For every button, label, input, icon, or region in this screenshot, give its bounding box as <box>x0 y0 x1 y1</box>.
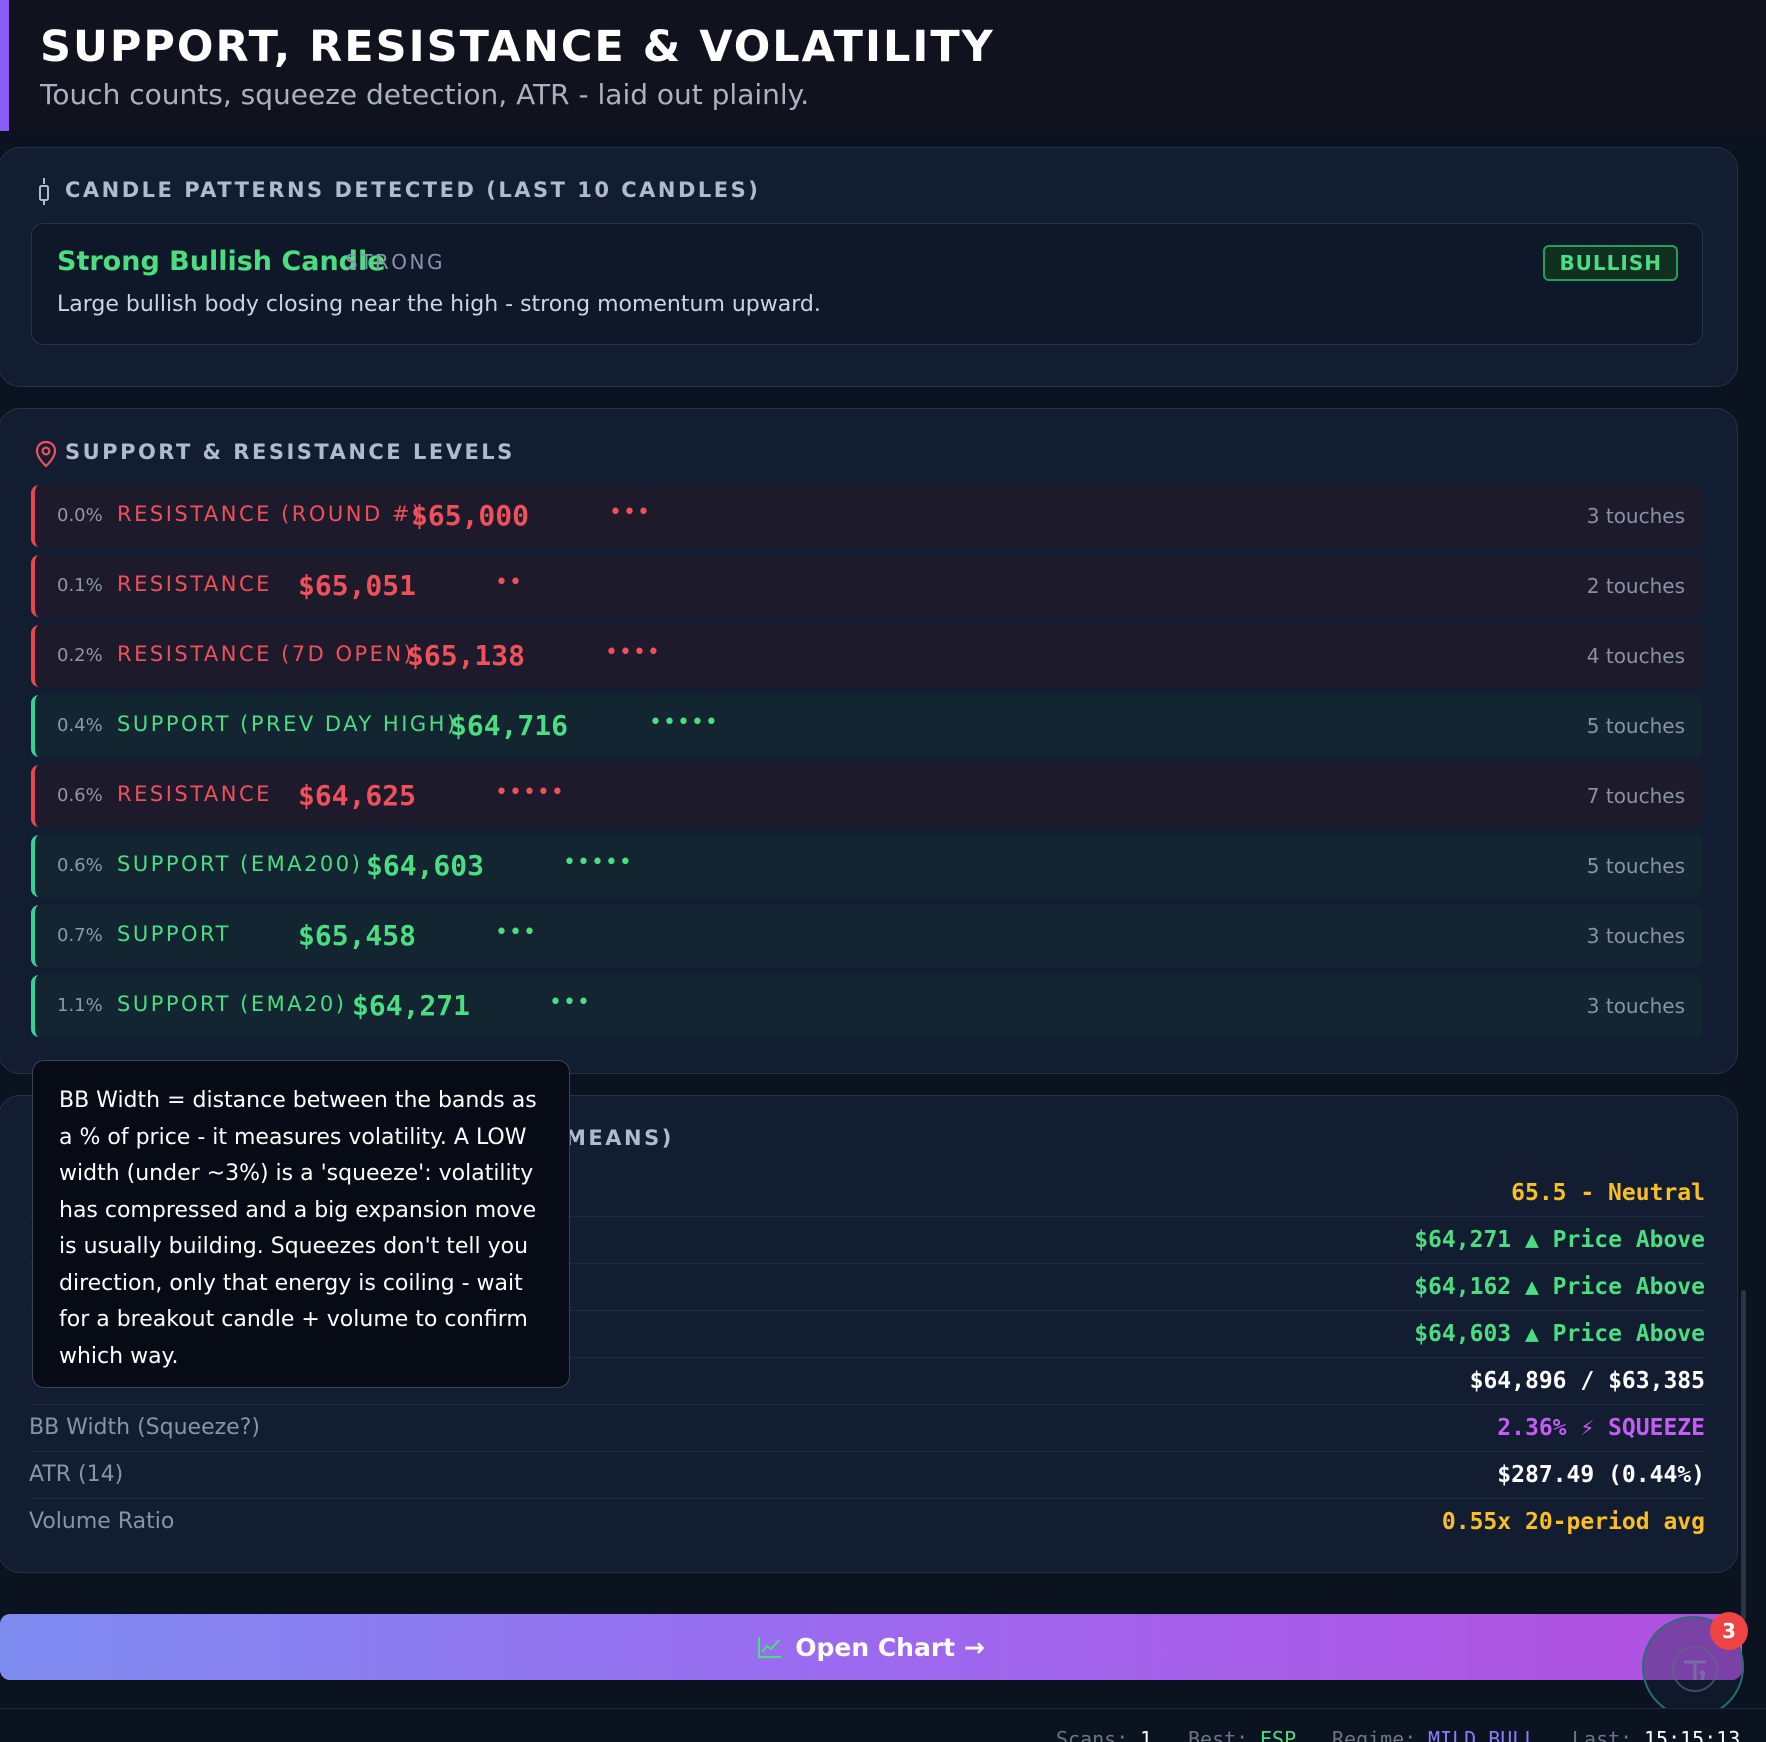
level-touches: 3 touches <box>1586 994 1685 1018</box>
level-row: 0.7% SUPPORT $65,458 ••• 3 touches <box>31 905 1703 967</box>
level-touches: 2 touches <box>1586 574 1685 598</box>
level-label: SUPPORT <box>117 922 231 946</box>
last-label: Last: <box>1572 1727 1633 1742</box>
level-touches: 5 touches <box>1586 854 1685 878</box>
support-resistance-card: SUPPORT & RESISTANCE LEVELS 0.0% RESISTA… <box>0 408 1738 1074</box>
level-touch-dots: ••• <box>549 990 591 1015</box>
level-label: RESISTANCE <box>117 572 272 596</box>
level-distance: 0.2% <box>57 645 103 666</box>
status-bar: Scans: 1 Best: ESP Regime: MILD BULL Las… <box>0 1708 1766 1742</box>
indicator-value: $64,162 ▲ Price Above <box>1414 1274 1705 1300</box>
level-distance: 1.1% <box>57 995 103 1016</box>
indicator-row: Volume Ratio 0.55x 20-period avg <box>29 1499 1705 1546</box>
indicator-name: BB Width (Squeeze?) <box>29 1415 260 1440</box>
indicator-name: Volume Ratio <box>29 1509 175 1534</box>
level-price: $65,000 <box>411 499 530 532</box>
level-touches: 5 touches <box>1586 714 1685 738</box>
indicator-value: $287.49 (0.44%) <box>1497 1462 1705 1488</box>
level-price: $65,458 <box>298 919 417 952</box>
open-chart-label: Open Chart → <box>795 1632 985 1662</box>
indicator-value: $64,603 ▲ Price Above <box>1414 1321 1705 1347</box>
pattern-item: Strong Bullish Candle STRONG Large bulli… <box>31 223 1703 345</box>
level-touch-dots: •••• <box>605 640 661 665</box>
indicator-value: 65.5 - Neutral <box>1511 1180 1705 1206</box>
bb-width-tooltip: BB Width = distance between the bands as… <box>32 1060 570 1388</box>
page-subtitle: Touch counts, squeeze detection, ATR - l… <box>40 78 810 111</box>
levels-title: SUPPORT & RESISTANCE LEVELS <box>65 440 515 464</box>
level-touches: 4 touches <box>1586 644 1685 668</box>
indicator-value: 2.36% ⚡ SQUEEZE <box>1497 1415 1705 1441</box>
scans-value: 1 <box>1140 1727 1153 1742</box>
level-distance: 0.4% <box>57 715 103 736</box>
scans-label: Scans: <box>1056 1727 1129 1742</box>
level-distance: 0.0% <box>57 505 103 526</box>
last-value: 15:15:13 <box>1644 1727 1741 1742</box>
open-chart-button[interactable]: Open Chart → <box>0 1614 1742 1680</box>
pattern-strength: STRONG <box>345 250 446 274</box>
candlestick-icon <box>39 178 49 205</box>
indicator-row[interactable]: BB Width (Squeeze?) 2.36% ⚡ SQUEEZE <box>29 1405 1705 1452</box>
level-price: $64,603 <box>366 849 485 882</box>
level-distance: 0.6% <box>57 785 103 806</box>
best-label: Best: <box>1188 1727 1249 1742</box>
candle-patterns-card: CANDLE PATTERNS DETECTED (LAST 10 CANDLE… <box>0 147 1738 387</box>
level-price: $64,716 <box>450 709 569 742</box>
page-title: SUPPORT, RESISTANCE & VOLATILITY <box>40 22 995 72</box>
level-label: RESISTANCE (7D OPEN) <box>117 642 415 666</box>
scrollbar[interactable] <box>1741 1290 1746 1620</box>
indicator-value: 0.55x 20-period avg <box>1441 1509 1705 1535</box>
level-label: SUPPORT (EMA200) <box>117 852 363 876</box>
level-touch-dots: •• <box>495 570 523 595</box>
level-distance: 0.7% <box>57 925 103 946</box>
level-touch-dots: ••••• <box>495 780 565 805</box>
indicators-title-fragment: MEANS) <box>565 1126 674 1150</box>
level-distance: 0.6% <box>57 855 103 876</box>
level-label: RESISTANCE (ROUND #) <box>117 502 423 526</box>
level-row: 1.1% SUPPORT (EMA20) $64,271 ••• 3 touch… <box>31 975 1703 1037</box>
header-accent-bar <box>0 0 9 131</box>
level-label: RESISTANCE <box>117 782 272 806</box>
indicator-row: ATR (14) $287.49 (0.44%) <box>29 1452 1705 1499</box>
regime-value: MILD BULL <box>1428 1727 1537 1742</box>
level-label: SUPPORT (EMA20) <box>117 992 347 1016</box>
chart-line-icon <box>758 1637 782 1658</box>
indicator-value: $64,896 / $63,385 <box>1469 1368 1705 1394</box>
level-touches: 3 touches <box>1586 924 1685 948</box>
page-header: SUPPORT, RESISTANCE & VOLATILITY Touch c… <box>0 0 1766 131</box>
level-price: $64,271 <box>352 989 471 1022</box>
regime-label: Regime: <box>1332 1727 1417 1742</box>
location-pin-icon <box>35 440 57 468</box>
level-touches: 7 touches <box>1586 784 1685 808</box>
level-row: 0.6% RESISTANCE $64,625 ••••• 7 touches <box>31 765 1703 827</box>
level-touches: 3 touches <box>1586 504 1685 528</box>
level-distance: 0.1% <box>57 575 103 596</box>
level-touch-dots: ••••• <box>563 850 633 875</box>
best-value: ESP <box>1260 1727 1297 1742</box>
level-row: 0.4% SUPPORT (PREV DAY HIGH) $64,716 •••… <box>31 695 1703 757</box>
indicator-name: ATR (14) <box>29 1462 124 1487</box>
level-price: $65,138 <box>407 639 526 672</box>
indicator-value: $64,271 ▲ Price Above <box>1414 1227 1705 1253</box>
level-price: $64,625 <box>298 779 417 812</box>
pattern-name: Strong Bullish Candle <box>57 246 386 277</box>
level-row: 0.1% RESISTANCE $65,051 •• 2 touches <box>31 555 1703 617</box>
candle-patterns-title: CANDLE PATTERNS DETECTED (LAST 10 CANDLE… <box>65 178 761 202</box>
pattern-description: Large bullish body closing near the high… <box>57 292 821 317</box>
level-touch-dots: ••• <box>609 500 651 525</box>
notification-badge: 3 <box>1710 1612 1748 1650</box>
level-row: 0.6% SUPPORT (EMA200) $64,603 ••••• 5 to… <box>31 835 1703 897</box>
level-row: 0.0% RESISTANCE (ROUND #) $65,000 ••• 3 … <box>31 485 1703 547</box>
level-row: 0.2% RESISTANCE (7D OPEN) $65,138 •••• 4… <box>31 625 1703 687</box>
level-label: SUPPORT (PREV DAY HIGH) <box>117 712 458 736</box>
level-price: $65,051 <box>298 569 417 602</box>
level-touch-dots: ••••• <box>649 710 719 735</box>
level-touch-dots: ••• <box>495 920 537 945</box>
bullish-badge: BULLISH <box>1543 245 1678 281</box>
